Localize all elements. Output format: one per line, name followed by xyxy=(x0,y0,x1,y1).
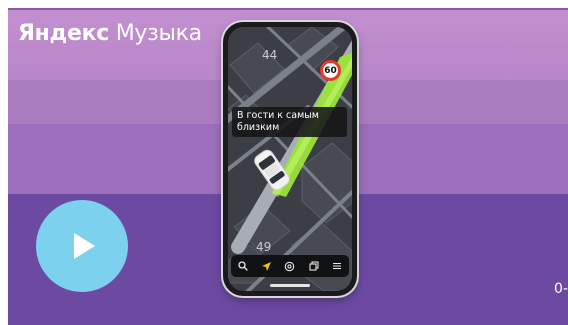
corner-text: 0- xyxy=(554,281,568,297)
navigation-bottom-bar xyxy=(231,255,349,277)
home-indicator xyxy=(270,284,310,287)
search-icon[interactable] xyxy=(235,258,251,274)
speed-limit-sign: 60 xyxy=(320,60,341,81)
map-label: 49 xyxy=(256,240,272,254)
brand-name-light: Музыка xyxy=(115,21,202,46)
phone-screen: 44 49 60 В гости к самым близким xyxy=(228,27,352,291)
target-icon[interactable] xyxy=(282,258,298,274)
phone-mockup: 44 49 60 В гости к самым близким xyxy=(223,22,357,296)
play-icon xyxy=(74,233,95,259)
play-button[interactable] xyxy=(36,200,128,292)
menu-icon[interactable] xyxy=(329,258,345,274)
yandex-music-logo[interactable]: Яндекс Музыка xyxy=(18,21,202,46)
navigation-arrow-icon[interactable] xyxy=(258,258,274,274)
banner-top-edge xyxy=(8,8,568,10)
car-icon xyxy=(254,149,290,191)
copy-icon[interactable] xyxy=(306,258,322,274)
map-label: 44 xyxy=(262,48,278,62)
track-toast: В гости к самым близким xyxy=(232,107,347,137)
brand-name-strong: Яндекс xyxy=(18,21,110,46)
